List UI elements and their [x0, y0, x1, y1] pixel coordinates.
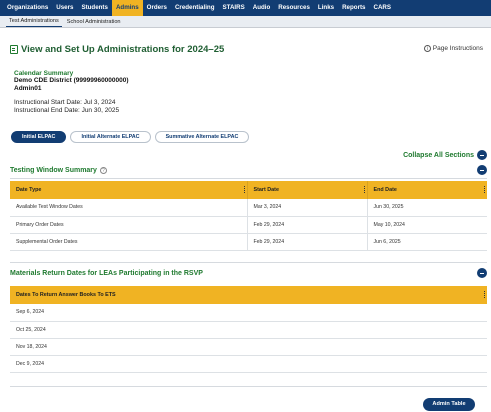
testing-window-table: Date Type Start Date End Date Available …	[10, 181, 487, 251]
divider	[10, 386, 487, 387]
nav-stairs[interactable]: STAIRS	[219, 0, 249, 16]
table-row: Available Test Window Dates Mar 3, 2024 …	[10, 199, 487, 217]
cell-start-date: Feb 29, 2024	[247, 233, 368, 251]
column-resize-handle[interactable]	[243, 186, 245, 193]
column-header-label: Dates To Return Answer Books To ETS	[16, 292, 116, 298]
minus-circle-icon[interactable]	[477, 165, 487, 175]
table-header-row: Dates To Return Answer Books To ETS	[10, 286, 487, 304]
instructional-end-date: Instructional End Date: Jun 30, 2025	[14, 106, 120, 114]
info-icon: i	[423, 45, 431, 52]
column-resize-handle[interactable]	[363, 186, 365, 193]
column-header-label: End Date	[373, 187, 397, 193]
table-row: Primary Order Dates Feb 29, 2024 May 10,…	[10, 216, 487, 234]
materials-return-title: Materials Return Dates for LEAs Particip…	[10, 269, 203, 277]
cell-return-date: Dec 9, 2024	[10, 355, 487, 373]
testing-window-header: Testing Window Summary ?	[10, 165, 487, 175]
table-row: Dec 9, 2024	[10, 355, 487, 373]
column-header-return-dates[interactable]: Dates To Return Answer Books To ETS	[10, 286, 487, 304]
table-icon	[10, 45, 18, 54]
instructional-start-date: Instructional Start Date: Jul 3, 2024	[14, 99, 116, 106]
cell-start-date: Feb 29, 2024	[247, 216, 368, 234]
nav-resources[interactable]: Resources	[274, 0, 314, 16]
nav-admins[interactable]: Admins	[111, 0, 143, 16]
cell-date-type: Supplemental Order Dates	[10, 233, 248, 251]
cell-date-type: Primary Order Dates	[10, 216, 248, 234]
column-header-date-type[interactable]: Date Type	[10, 181, 248, 199]
cell-return-date: Sep 6, 2024	[10, 304, 487, 322]
cell-end-date: Jun 6, 2025	[367, 233, 487, 251]
minus-circle-icon[interactable]	[477, 150, 487, 160]
cell-return-date: Oct 25, 2024	[10, 321, 487, 339]
tab-initial-elpac[interactable]: Initial ELPAC	[11, 131, 67, 143]
cell-end-date: Jun 30, 2025	[367, 199, 487, 217]
minus-circle-icon[interactable]	[477, 268, 487, 278]
collapse-all-label: Collapse All Sections	[403, 151, 474, 159]
column-header-label: Start Date	[253, 187, 279, 193]
help-icon[interactable]: ?	[99, 166, 107, 174]
nav-links[interactable]: Links	[314, 0, 338, 16]
cell-return-date: Nov 18, 2024	[10, 338, 487, 356]
instructional-dates: Instructional Start Date: Jul 3, 2024 In…	[14, 99, 119, 114]
table-row: Sep 6, 2024	[10, 304, 487, 322]
page-title-text: View and Set Up Administrations for 2024…	[21, 44, 225, 55]
page-instructions-label: Page Instructions	[432, 45, 483, 52]
nav-reports[interactable]: Reports	[338, 0, 369, 16]
subnav-school-administration[interactable]: School Administration	[64, 19, 124, 27]
nav-users[interactable]: Users	[52, 0, 77, 16]
top-nav: Organizations Users Students Admins Orde…	[0, 0, 491, 16]
column-resize-handle[interactable]	[484, 186, 485, 193]
calendar-summary: Calendar Summary Demo CDE District (9999…	[14, 70, 129, 92]
collapse-all-sections[interactable]: Collapse All Sections	[403, 150, 487, 160]
assessment-tabs: Initial ELPAC Initial Alternate ELPAC Su…	[11, 131, 253, 143]
column-header-label: Date Type	[16, 187, 42, 193]
materials-return-header: Materials Return Dates for LEAs Particip…	[10, 268, 487, 278]
subnav-test-administrations[interactable]: Test Administrations	[6, 18, 62, 27]
column-resize-handle[interactable]	[484, 291, 485, 298]
cell-date-type: Available Test Window Dates	[10, 199, 248, 217]
page-instructions-link[interactable]: i Page Instructions	[423, 45, 483, 52]
nav-cars[interactable]: CARS	[369, 0, 395, 16]
table-row: Supplemental Order Dates Feb 29, 2024 Ju…	[10, 233, 487, 251]
nav-organizations[interactable]: Organizations	[3, 0, 52, 16]
nav-audio[interactable]: Audio	[249, 0, 275, 16]
column-header-start-date[interactable]: Start Date	[247, 181, 368, 199]
nav-credentialing[interactable]: Credentialing	[171, 0, 219, 16]
table-row: Nov 18, 2024	[10, 338, 487, 356]
nav-students[interactable]: Students	[77, 0, 111, 16]
tab-initial-alternate-elpac[interactable]: Initial Alternate ELPAC	[70, 131, 151, 143]
cell-start-date: Mar 3, 2024	[247, 199, 368, 217]
admin-name: Admin01	[14, 84, 42, 92]
calendar-summary-title: Calendar Summary	[14, 70, 74, 77]
admin-table-button[interactable]: Admin Table	[423, 398, 475, 411]
column-header-end-date[interactable]: End Date	[367, 181, 487, 199]
divider	[10, 178, 487, 179]
divider	[10, 262, 487, 263]
sub-nav: Test Administrations School Administrati…	[0, 16, 491, 28]
testing-window-title: Testing Window Summary	[10, 166, 97, 174]
district-name: Demo CDE District (99999960000000)	[14, 77, 129, 85]
table-row: Oct 25, 2024	[10, 321, 487, 339]
cell-end-date: May 10, 2024	[367, 216, 487, 234]
table-header-row: Date Type Start Date End Date	[10, 181, 487, 199]
materials-return-table: Dates To Return Answer Books To ETS Sep …	[10, 286, 487, 373]
tab-summative-alternate-elpac[interactable]: Summative Alternate ELPAC	[154, 131, 250, 143]
nav-orders[interactable]: Orders	[143, 0, 171, 16]
page-title: View and Set Up Administrations for 2024…	[10, 44, 224, 55]
